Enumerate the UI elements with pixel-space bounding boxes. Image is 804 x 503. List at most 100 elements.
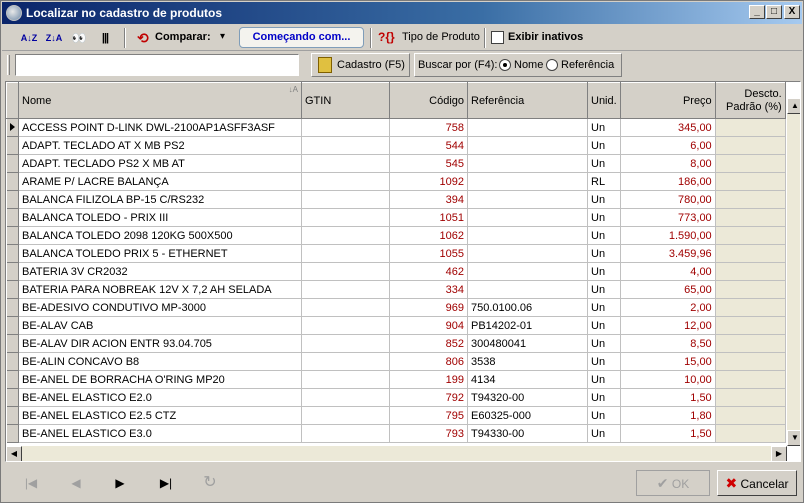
radio-referencia[interactable] xyxy=(546,59,558,71)
products-grid[interactable]: Nome ↓A GTIN Código Referência Unid. Pre… xyxy=(5,81,801,462)
cell-gtin xyxy=(301,136,390,155)
cell-unid: Un xyxy=(587,208,621,227)
comparar-label[interactable]: Comparar: xyxy=(155,31,211,43)
cell-unid: Un xyxy=(587,280,621,299)
table-row[interactable]: ADAPT. TECLADO AT X MB PS2 544 Un 6,00 xyxy=(6,136,786,155)
compare-icon: ⟲ xyxy=(137,30,149,46)
binoculars-icon[interactable]: 👀 xyxy=(69,28,89,48)
table-row[interactable]: BATERIA 3V CR2032 462 Un 4,00 xyxy=(6,262,786,281)
minimize-button[interactable]: _ xyxy=(749,5,765,19)
search-input[interactable] xyxy=(15,54,299,76)
cell-desconto xyxy=(715,388,786,407)
products-table: Nome ↓A GTIN Código Referência Unid. Pre… xyxy=(6,82,786,443)
cell-nome: BALANCA TOLEDO - PRIX III xyxy=(18,208,302,227)
last-record-icon[interactable]: ▶| xyxy=(148,471,184,495)
table-row[interactable]: BATERIA PARA NOBREAK 12V X 7,2 AH SELADA… xyxy=(6,280,786,299)
cell-unid: Un xyxy=(587,244,621,263)
cell-desconto xyxy=(715,406,786,425)
cell-codigo: 1062 xyxy=(389,226,468,245)
cell-gtin xyxy=(301,298,390,317)
table-row[interactable]: BE-ANEL DE BORRACHA O'RING MP20 199 4134 Un… xyxy=(6,370,786,389)
table-row[interactable]: BE-ALAV CAB 904 PB14202-01 Un 12,00 xyxy=(6,316,786,335)
radio-nome-label[interactable]: Nome xyxy=(514,59,543,71)
table-row[interactable]: BALANCA FILIZOLA BP-15 C/RS232 394 Un 780,0… xyxy=(6,190,786,209)
row-indicator xyxy=(6,190,19,209)
ok-button[interactable]: ✔ OK xyxy=(636,470,710,496)
table-row[interactable]: ADAPT. TECLADO PS2 X MB AT 545 Un 8,00 xyxy=(6,154,786,173)
cell-preco: 65,00 xyxy=(620,280,716,299)
cancel-button[interactable]: ✖ Cancelar xyxy=(717,470,797,496)
sort-za-icon[interactable]: Z↓A xyxy=(44,28,64,48)
folder-icon xyxy=(318,57,332,73)
scroll-right-button[interactable]: ▶ xyxy=(771,446,787,461)
table-row[interactable]: BE-ALIN CONCAVO B8 806 3538 Un 15,00 xyxy=(6,352,786,371)
scroll-left-button[interactable]: ◀ xyxy=(6,446,22,461)
table-row[interactable]: BE-ANEL ELASTICO E2.0 792 T94320-00 Un 1,50 xyxy=(6,388,786,407)
table-row[interactable]: BE-ANEL ELASTICO E2.5 CTZ 795 E60325-000 Un… xyxy=(6,406,786,425)
cell-preco: 10,00 xyxy=(620,370,716,389)
horizontal-scrollbar[interactable]: ◀ ▶ xyxy=(6,446,787,461)
cell-nome: BE-ALAV DIR ACION ENTR 93.04.705 xyxy=(18,334,302,353)
table-row[interactable]: BALANCA TOLEDO - PRIX III 1051 Un 773,00 xyxy=(6,208,786,227)
cell-desconto xyxy=(715,316,786,335)
comecando-com-button[interactable]: Começando com... xyxy=(239,27,364,48)
cell-gtin xyxy=(301,280,390,299)
cadastro-button[interactable]: Cadastro (F5) xyxy=(311,53,410,77)
cell-unid: RL xyxy=(587,172,621,191)
prev-record-icon[interactable]: ◀ xyxy=(58,471,94,495)
cell-nome: BE-ADESIVO CONDUTIVO MP-3000 xyxy=(18,298,302,317)
table-row[interactable]: BE-ADESIVO CONDUTIVO MP-3000 969 750.0100.… xyxy=(6,298,786,317)
title-bar[interactable]: Localizar no cadastro de produtos _ □ X xyxy=(2,2,802,24)
column-header-codigo[interactable]: Código xyxy=(389,82,468,119)
column-header-referencia[interactable]: Referência xyxy=(467,82,588,119)
cell-referencia: 750.0100.06 xyxy=(467,298,588,317)
table-row[interactable]: ACCESS POINT D-LINK DWL-2100AP1ASFF3ASF 7… xyxy=(6,118,786,137)
row-indicator xyxy=(6,334,19,353)
cell-referencia: T94320-00 xyxy=(467,388,588,407)
current-row-icon xyxy=(9,122,15,131)
cell-nome: BALANCA TOLEDO 2098 120KG 500X500 xyxy=(18,226,302,245)
barcode-icon[interactable]: ||| xyxy=(95,28,115,48)
column-header-nome[interactable]: Nome ↓A xyxy=(18,82,302,119)
table-row[interactable]: BE-ANEL ELASTICO E3.0 793 T94330-00 Un 1,50 xyxy=(6,424,786,443)
radio-referencia-label[interactable]: Referência xyxy=(561,59,614,71)
cell-gtin xyxy=(301,226,390,245)
row-indicator xyxy=(6,388,19,407)
table-row[interactable]: ARAME P/ LACRE BALANÇA 1092 RL 186,00 xyxy=(6,172,786,191)
cell-gtin xyxy=(301,370,390,389)
cell-desconto xyxy=(715,298,786,317)
column-header-gtin[interactable]: GTIN xyxy=(301,82,390,119)
tipo-produto-button[interactable]: Tipo de Produto xyxy=(402,31,480,43)
cell-preco: 12,00 xyxy=(620,316,716,335)
next-record-icon[interactable]: ▶ xyxy=(102,471,138,495)
cell-referencia xyxy=(467,172,588,191)
column-header-unid[interactable]: Unid. xyxy=(587,82,621,119)
cell-nome: BE-ALAV CAB xyxy=(18,316,302,335)
cell-preco: 186,00 xyxy=(620,172,716,191)
chevron-down-icon[interactable]: ▾ xyxy=(220,31,225,42)
sort-az-icon[interactable]: A↓Z xyxy=(19,28,39,48)
scroll-down-button[interactable]: ▼ xyxy=(787,430,800,446)
first-record-icon[interactable]: |◀ xyxy=(13,471,49,495)
table-row[interactable]: BE-ALAV DIR ACION ENTR 93.04.705 852 30048… xyxy=(6,334,786,353)
column-header-desconto[interactable]: Descto. Padrão (%) xyxy=(714,82,786,119)
exibir-inativos-checkbox[interactable] xyxy=(491,31,504,44)
refresh-icon[interactable]: ↻ xyxy=(192,471,228,495)
table-row[interactable]: BALANCA TOLEDO 2098 120KG 500X500 1062 Un 1… xyxy=(6,226,786,245)
radio-nome[interactable] xyxy=(499,59,511,71)
vertical-scrollbar[interactable]: ▲ ▼ xyxy=(787,98,800,446)
row-indicator xyxy=(6,118,19,137)
cell-desconto xyxy=(715,172,786,191)
column-header-preco[interactable]: Preço xyxy=(619,82,716,119)
exibir-inativos-label[interactable]: Exibir inativos xyxy=(508,31,583,43)
scroll-up-button[interactable]: ▲ xyxy=(787,98,800,114)
row-indicator xyxy=(6,208,19,227)
row-indicator xyxy=(6,424,19,443)
search-bar: Cadastro (F5) Buscar por (F4): Nome Refe… xyxy=(2,52,802,78)
cell-unid: Un xyxy=(587,352,621,371)
table-row[interactable]: BALANCA TOLEDO PRIX 5 - ETHERNET 1055 Un 3.… xyxy=(6,244,786,263)
toolbar: A↓Z Z↓A 👀 ||| ⟲ Comparar: ▾ Começando co… xyxy=(2,25,802,51)
cell-codigo: 1092 xyxy=(389,172,468,191)
maximize-button[interactable]: □ xyxy=(766,5,782,19)
close-button[interactable]: X xyxy=(784,5,800,19)
